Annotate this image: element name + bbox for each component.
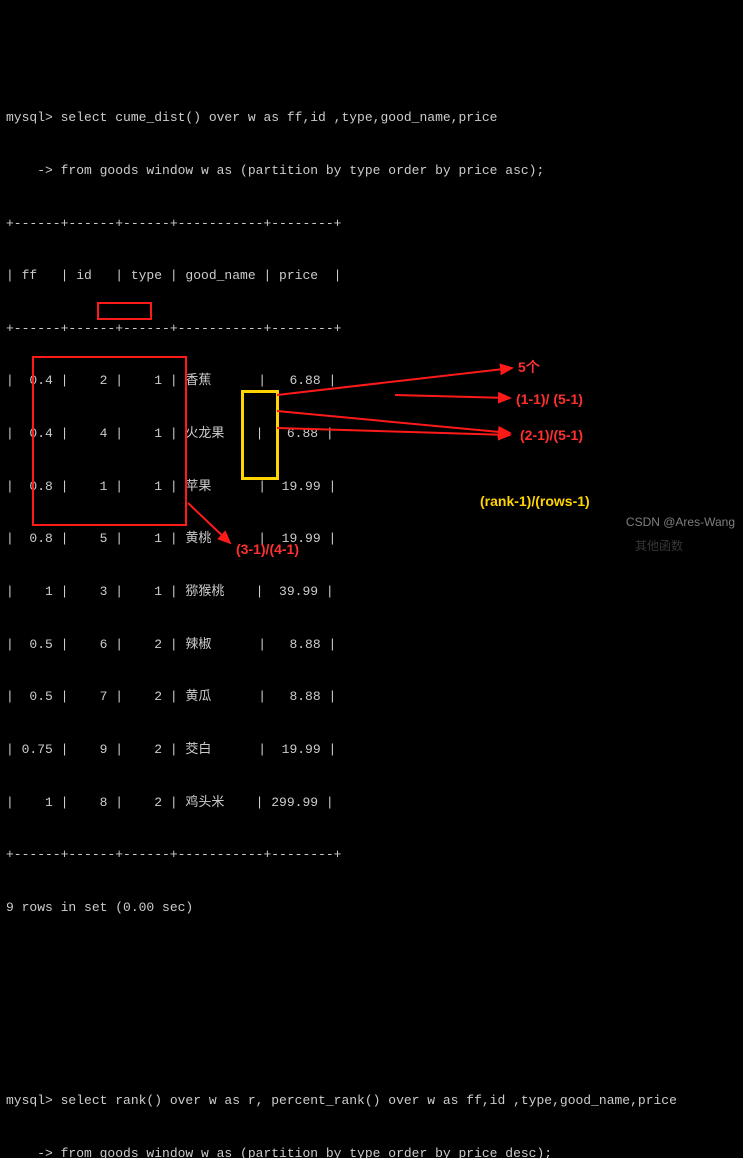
rows-in-set: 9 rows in set (0.00 sec) [6,899,737,917]
anno-f2: (2-1)/(5-1) [520,426,583,445]
arrow-to-f3 [0,0,743,579]
sql-line: -> from goods window w as (partition by … [6,1145,737,1158]
table-row: | 0.5 | 7 | 2 | 黄瓜 | 8.88 | [6,688,737,706]
ghost-label: 其他函数 [635,538,683,554]
terminal-window: mysql> select cume_dist() over w as ff,i… [0,0,743,556]
table-row: | 1 | 3 | 1 | 猕猴桃 | 39.99 | [6,583,737,601]
block2: mysql> select rank() over w as r, percen… [6,1057,737,1158]
blank-line [6,952,737,970]
anno-f3: (3-1)/(4-1) [236,540,299,559]
anno-formula: (rank-1)/(rows-1) [480,492,590,511]
table-row: | 0.5 | 6 | 2 | 辣椒 | 8.88 | [6,636,737,654]
anno-f1: (1-1)/ (5-1) [516,390,583,409]
table-border: +------+------+------+-----------+------… [6,846,737,864]
table-row: | 1 | 8 | 2 | 鸡头米 | 299.99 | [6,794,737,812]
anno-count5: 5个 [518,358,540,377]
sql-line: mysql> select rank() over w as r, percen… [6,1092,737,1110]
watermark: CSDN @Ares-Wang [626,514,735,530]
table-row: | 0.75 | 9 | 2 | 茭白 | 19.99 | [6,741,737,759]
